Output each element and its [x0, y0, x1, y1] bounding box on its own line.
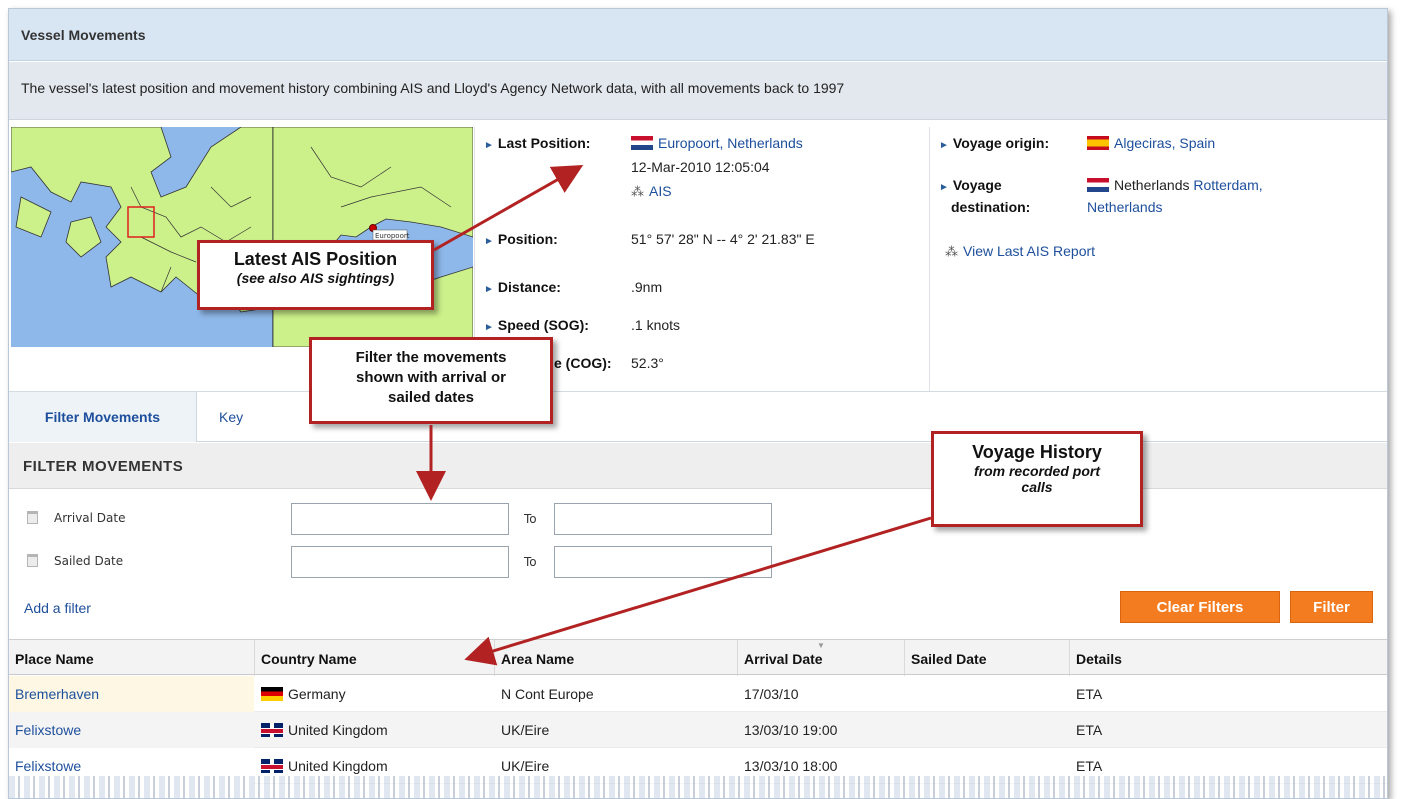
- uk-flag-icon: [261, 759, 283, 773]
- tab-key[interactable]: Key: [219, 392, 243, 442]
- table-header: Place Name Country Name Area Name Arriva…: [9, 639, 1387, 676]
- distance-label: Distance:: [497, 279, 561, 295]
- bullet-icon: ►: [484, 322, 494, 333]
- column-header-area[interactable]: Area Name: [501, 651, 574, 667]
- map-marker-label: Europoort: [375, 232, 410, 240]
- callout-voyage-history: Voyage History from recorded port calls: [931, 431, 1143, 527]
- position-label: Position:: [497, 231, 558, 247]
- voyage-origin-link[interactable]: Algeciras, Spain: [1114, 135, 1215, 151]
- add-filter-link[interactable]: Add a filter: [24, 600, 91, 616]
- column-header-country[interactable]: Country Name: [261, 651, 357, 667]
- position-value: 51° 57' 28" N -- 4° 2' 21.83" E: [631, 231, 815, 247]
- arrival-date-label: Arrival Date: [54, 511, 126, 525]
- details-cell: ETA: [1076, 722, 1103, 738]
- trash-icon[interactable]: [27, 511, 38, 524]
- table-row: Felixstowe United Kingdom UK/Eire 13/03/…: [9, 712, 1387, 748]
- last-position-timestamp: 12-Mar-2010 12:05:04: [631, 159, 770, 175]
- vessel-movements-panel: Vessel Movements The vessel's latest pos…: [8, 8, 1388, 799]
- arrival-date-to-input[interactable]: [554, 503, 772, 535]
- ais-link[interactable]: AIS: [649, 183, 672, 199]
- panel-title: Vessel Movements: [9, 9, 1387, 61]
- last-position-label: Last Position:: [497, 135, 591, 151]
- column-header-arrival[interactable]: Arrival Date: [744, 651, 823, 667]
- speed-value: .1 knots: [631, 317, 681, 333]
- column-header-details[interactable]: Details: [1076, 651, 1122, 667]
- position-map[interactable]: Europoort: [11, 127, 473, 347]
- arrival-cell: 13/03/10 18:00: [744, 758, 838, 774]
- callout-line: sailed dates: [388, 389, 474, 406]
- spain-flag-icon: [1087, 136, 1109, 150]
- arrival-cell: 13/03/10 19:00: [744, 722, 838, 738]
- arrival-date-from-input[interactable]: [291, 503, 509, 535]
- details-cell: ETA: [1076, 758, 1103, 774]
- callout-line: shown with arrival or: [355, 369, 507, 386]
- callout-subtitle: (see also AIS sightings): [236, 270, 395, 286]
- tab-filter-movements[interactable]: Filter Movements: [9, 392, 197, 442]
- netherlands-flag-icon: [1087, 178, 1109, 192]
- distance-value: .9nm: [631, 279, 663, 295]
- callout-latest-ais: Latest AIS Position (see also AIS sighti…: [197, 240, 434, 310]
- column-header-place[interactable]: Place Name: [15, 651, 94, 667]
- country-cell: United Kingdom: [288, 758, 388, 774]
- callout-title: Voyage History: [972, 442, 1102, 462]
- speed-label: Speed (SOG):: [497, 317, 589, 333]
- filter-movements-heading: FILTER MOVEMENTS: [9, 443, 1387, 489]
- ais-signal-icon: ⁂: [945, 244, 958, 259]
- voyage-destination-label-2: destination:: [951, 199, 1031, 215]
- callout-line: Filter the movements: [355, 349, 507, 366]
- filter-button[interactable]: Filter: [1290, 591, 1373, 623]
- area-cell: UK/Eire: [501, 722, 550, 738]
- place-link[interactable]: Bremerhaven: [9, 676, 254, 712]
- uk-flag-icon: [261, 723, 283, 737]
- bullet-icon: ►: [484, 236, 494, 247]
- netherlands-flag-icon: [631, 136, 653, 150]
- callout-title: Latest AIS Position: [233, 249, 398, 269]
- voyage-destination-label: Voyage: [952, 177, 1002, 193]
- sailed-date-filter: Sailed Date To: [9, 546, 809, 578]
- sailed-date-from-input[interactable]: [291, 546, 509, 578]
- bullet-icon: ►: [484, 140, 494, 151]
- voyage-destination-link-2[interactable]: Netherlands: [1087, 199, 1163, 215]
- callout-filter-movements: Filter the movements shown with arrival …: [309, 337, 553, 424]
- callout-subtitle: calls: [1021, 479, 1053, 495]
- germany-flag-icon: [261, 687, 283, 701]
- details-cell: ETA: [1076, 686, 1103, 702]
- voyage-origin-label: Voyage origin:: [952, 135, 1050, 151]
- country-cell: United Kingdom: [288, 722, 388, 738]
- area-cell: UK/Eire: [501, 758, 550, 774]
- table-row: Bremerhaven Germany N Cont Europe 17/03/…: [9, 676, 1387, 712]
- last-position-link[interactable]: Europoort, Netherlands: [658, 135, 803, 151]
- sailed-date-to-input[interactable]: [554, 546, 772, 578]
- column-header-sailed[interactable]: Sailed Date: [911, 651, 986, 667]
- course-label: e (COG):: [554, 355, 612, 371]
- clear-filters-button[interactable]: Clear Filters: [1120, 591, 1280, 623]
- truncated-table-row: [9, 776, 1387, 798]
- view-last-ais-report-link[interactable]: View Last AIS Report: [963, 243, 1095, 259]
- arrival-cell: 17/03/10: [744, 686, 799, 702]
- sailed-date-label: Sailed Date: [54, 554, 124, 568]
- to-label: To: [524, 555, 537, 569]
- sort-desc-icon: ▼: [817, 641, 825, 650]
- voyage-destination-link[interactable]: Rotterdam,: [1193, 177, 1262, 193]
- bullet-icon: ►: [939, 182, 949, 193]
- column-divider: [929, 127, 930, 391]
- place-link[interactable]: Felixstowe: [9, 712, 254, 748]
- area-cell: N Cont Europe: [501, 686, 594, 702]
- map-graphic: Europoort: [11, 127, 473, 347]
- callout-subtitle: from recorded port: [973, 463, 1100, 479]
- panel-description: The vessel's latest position and movemen…: [9, 62, 1387, 120]
- course-value: 52.3°: [631, 355, 664, 371]
- to-label: To: [524, 512, 537, 526]
- country-cell: Germany: [288, 686, 346, 702]
- destination-country: Netherlands: [1114, 177, 1190, 193]
- bullet-icon: ►: [939, 140, 949, 151]
- trash-icon[interactable]: [27, 554, 38, 567]
- ais-signal-icon: ⁂: [631, 184, 644, 199]
- movement-tabs: Filter Movements Key: [9, 392, 1387, 442]
- bullet-icon: ►: [484, 284, 494, 295]
- arrival-date-filter: Arrival Date To: [9, 503, 809, 535]
